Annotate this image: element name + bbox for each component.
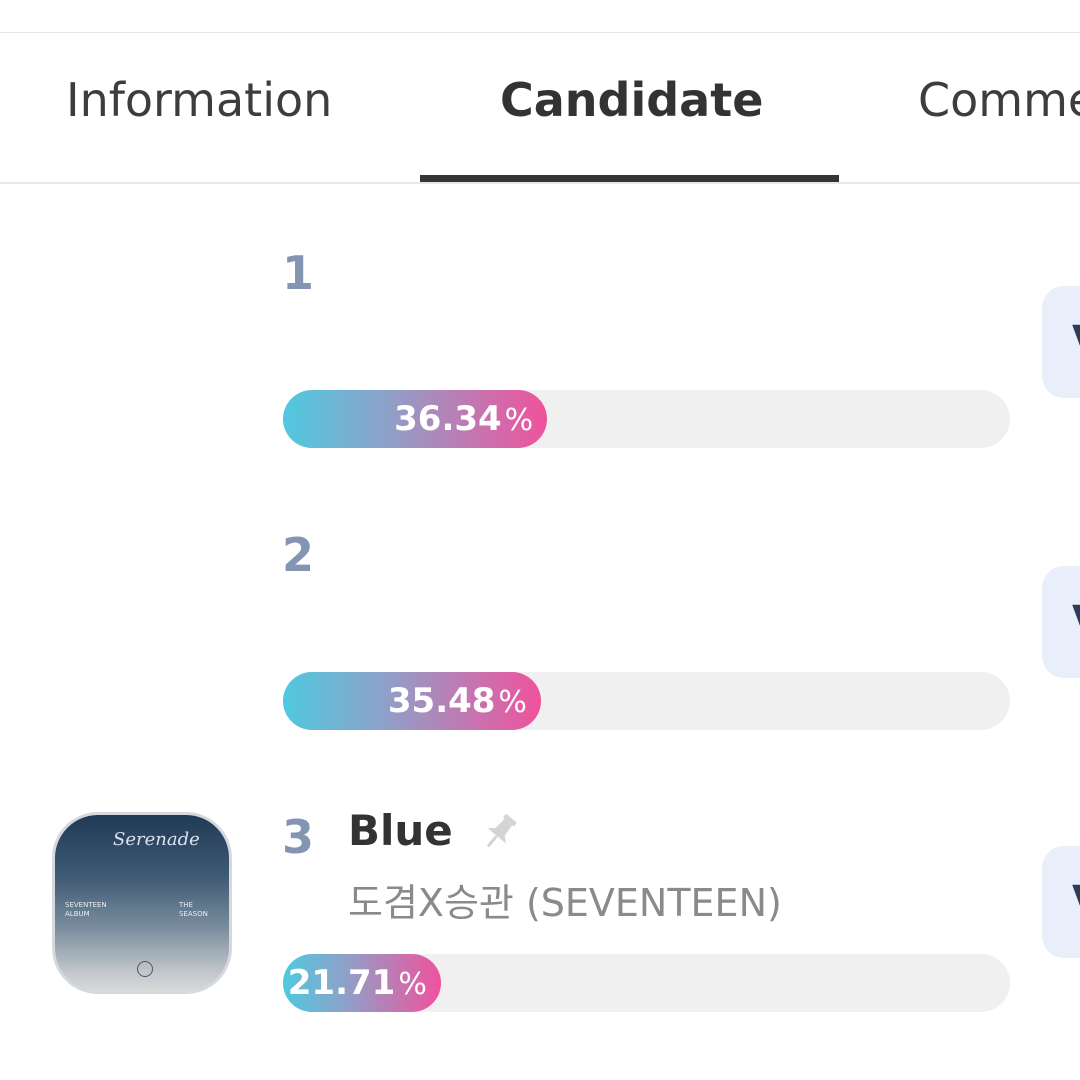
pin-icon[interactable]	[476, 808, 524, 856]
vote-button[interactable]: V	[1042, 846, 1080, 958]
tab-information[interactable]: Information	[66, 73, 332, 127]
active-tab-indicator	[420, 175, 839, 182]
artist-name: 도겸X승관 (SEVENTEEN)	[348, 881, 782, 925]
vote-percent-label: 36.34%	[394, 399, 534, 439]
tab-comment[interactable]: Comme	[918, 73, 1080, 127]
vote-button[interactable]: V	[1042, 286, 1080, 398]
vote-bar-track: 21.71%	[283, 954, 1010, 1012]
vote-bar-fill: 35.48%	[283, 672, 541, 730]
vote-button[interactable]: V	[1042, 566, 1080, 678]
candidate-rank: 2	[282, 528, 315, 582]
song-title: Blue	[348, 806, 453, 855]
candidate-rank: 1	[282, 246, 315, 300]
vote-percent-label: 35.48%	[387, 681, 527, 721]
vote-percent-label: 21.71%	[287, 963, 427, 1003]
vote-bar-fill: 21.71%	[283, 954, 441, 1012]
tab-bar: Information Candidate Comme	[0, 33, 1080, 184]
album-cover-image: Serenade SEVENTEEN ALBUM THE SEASON	[52, 812, 232, 994]
tab-candidate[interactable]: Candidate	[500, 73, 763, 127]
vote-bar-track: 36.34%	[283, 390, 1010, 448]
candidate-rank: 3	[282, 810, 315, 864]
vote-bar-fill: 36.34%	[283, 390, 548, 448]
vote-bar-track: 35.48%	[283, 672, 1010, 730]
